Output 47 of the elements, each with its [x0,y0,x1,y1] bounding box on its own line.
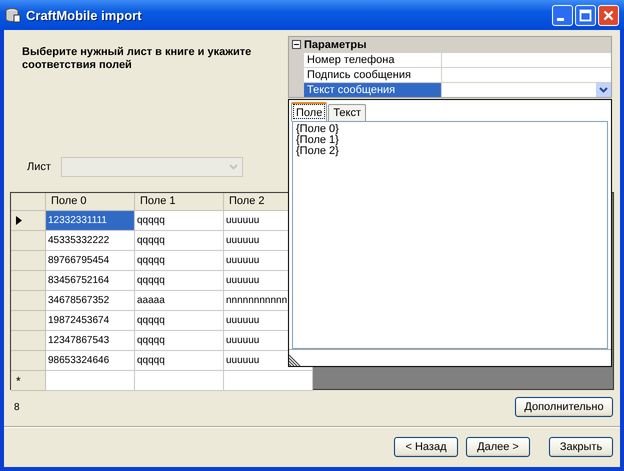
table-cell: aaaaa [135,291,224,311]
table-cell: qqqqq [135,231,224,251]
resize-grip-icon[interactable] [289,353,302,366]
table-cell: 83456752164 [46,271,135,291]
minimize-button[interactable] [552,4,573,26]
table-cell: qqqqq [135,331,224,351]
table-cell: qqqqq [135,251,224,271]
collapse-icon[interactable] [289,40,304,49]
category-label: Параметры [304,38,366,50]
table-cell: 34678567352 [46,291,135,311]
close-button[interactable] [598,4,619,26]
dialog-button[interactable]: Закрыть [549,437,613,457]
list-item[interactable]: {Поле 1} [296,135,604,146]
tab[interactable]: Текст [328,104,366,121]
sheet-label: Лист [27,161,51,173]
list-item[interactable]: {Поле 2} [296,146,604,157]
table-cell: 19872453674 [46,311,135,331]
table-cell: 12347867543 [46,331,135,351]
table-cell: qqqqq [135,311,224,331]
record-count: 8 [14,402,20,412]
property-name[interactable]: Номер телефона [304,53,442,67]
property-name[interactable]: Текст сообщения [304,83,442,97]
current-row-icon [16,216,22,225]
tab[interactable]: Поле [291,102,328,121]
list-item[interactable]: {Поле 0} [296,124,604,135]
table-cell: qqqqq [135,271,224,291]
grid-corner-header [11,193,46,211]
table-cell: 98653324646 [46,351,135,371]
dialog-button[interactable]: Далее > [466,437,530,457]
database-icon [5,7,21,23]
column-header[interactable]: Поле 0 [46,193,135,211]
table-cell: 45335332222 [46,231,135,251]
more-button[interactable]: Дополнительно [515,397,613,417]
window-title: CraftMobile import [26,8,142,22]
property-name[interactable]: Подпись сообщения [304,68,442,82]
table-cell: qqqqq [135,351,224,371]
table-cell: 12332331111 [46,211,135,231]
maximize-button[interactable] [575,4,596,26]
table-cell: qqqqq [135,211,224,231]
instructions-text: Выберите нужный лист в книге и укажите соответствия полей [22,46,252,73]
row-header[interactable]: * [11,371,46,391]
column-header[interactable]: Поле 1 [135,193,224,211]
row-header[interactable] [11,211,46,231]
dialog-button[interactable]: < Назад [394,437,458,457]
table-cell: 89766795454 [46,251,135,271]
new-row-marker: * [16,374,21,388]
minimize-icon [556,18,564,20]
